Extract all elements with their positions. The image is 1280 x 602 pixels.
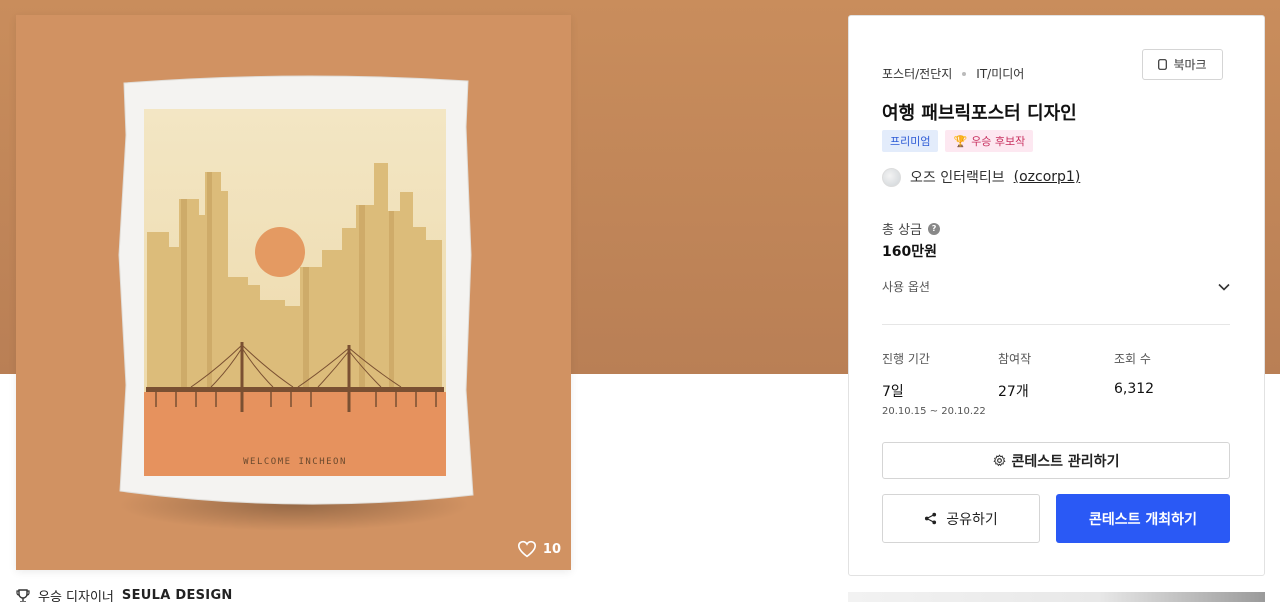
stat-views: 조회 수 6,312: [1114, 350, 1230, 417]
stat-duration: 진행 기간 7일 20.10.15 ~ 20.10.22: [882, 350, 998, 417]
host-name: 오즈 인터랙티브: [910, 170, 1005, 186]
contest-title: 여행 패브릭포스터 디자인: [882, 103, 1077, 124]
help-icon[interactable]: ?: [928, 222, 941, 235]
award-badge: 🏆 우승 후보작: [945, 130, 1034, 152]
manage-contest-button[interactable]: 콘테스트 관리하기: [882, 442, 1230, 479]
host-handle[interactable]: (ozcorp1): [1014, 169, 1081, 185]
host-info[interactable]: 오즈 인터랙티브 (ozcorp1): [882, 167, 1080, 187]
contest-info-panel: 포스터/전단지 IT/미디어 북마크 여행 패브릭포스터 디자인 프리미엄 🏆 …: [848, 15, 1265, 576]
stat-value: 27개: [998, 384, 1029, 400]
usage-options-toggle[interactable]: 사용 옵션: [882, 278, 1230, 295]
trophy-icon: [16, 588, 30, 602]
gear-icon: [992, 454, 1006, 467]
stat-entries: 참여작 27개: [998, 350, 1114, 417]
share-icon: [925, 512, 937, 525]
premium-badge: 프리미엄: [882, 130, 939, 152]
subcategory-label[interactable]: IT/미디어: [976, 65, 1024, 82]
bookmark-icon: [1158, 59, 1168, 70]
separator-dot: [962, 71, 967, 76]
divider: [882, 324, 1230, 325]
like-count: 10: [542, 541, 561, 557]
badge-list: 프리미엄 🏆 우승 후보작: [882, 130, 1034, 152]
category-breadcrumb: 포스터/전단지 IT/미디어: [882, 65, 1024, 82]
category-label[interactable]: 포스터/전단지: [882, 65, 952, 82]
prize-label-text: 총 상금: [882, 223, 923, 238]
bookmark-button[interactable]: 북마크: [1142, 49, 1223, 80]
total-prize-label: 총 상금 ?: [882, 219, 941, 238]
share-button[interactable]: 공유하기: [882, 494, 1040, 543]
stat-label: 진행 기간: [882, 352, 930, 366]
designer-name[interactable]: SEULA DESIGN: [122, 588, 233, 602]
like-button[interactable]: 10: [517, 540, 561, 558]
share-label: 공유하기: [946, 511, 998, 528]
host-contest-button[interactable]: 콘테스트 개최하기: [1056, 494, 1230, 543]
contest-stats: 진행 기간 7일 20.10.15 ~ 20.10.22 참여작 27개 조회 …: [882, 350, 1230, 417]
designer-prefix: 우승 디자이너: [38, 590, 114, 602]
winner-designer: 우승 디자이너 SEULA DESIGN: [16, 586, 233, 602]
stat-label: 조회 수: [1114, 352, 1151, 366]
total-prize-value: 160만원: [882, 244, 937, 260]
award-badge-label: 우승 후보작: [971, 135, 1026, 148]
contest-artwork[interactable]: WELCOME INCHEON 10: [16, 15, 571, 570]
trophy-icon: 🏆: [953, 134, 968, 148]
poster-caption: WELCOME INCHEON: [243, 457, 347, 467]
stat-label: 참여작: [998, 352, 1032, 366]
stat-value: 6,312: [1114, 381, 1155, 397]
heart-icon: [517, 540, 536, 558]
chevron-down-icon: [1218, 283, 1230, 291]
fabric-poster-image: WELCOME INCHEON: [118, 75, 474, 531]
next-card-preview: [848, 592, 1265, 602]
manage-contest-label: 콘테스트 관리하기: [1011, 453, 1120, 470]
stat-value: 7일: [882, 384, 904, 400]
stat-date-range: 20.10.15 ~ 20.10.22: [882, 406, 986, 417]
bookmark-label: 북마크: [1173, 58, 1207, 72]
host-avatar: [882, 167, 901, 187]
usage-options-label: 사용 옵션: [882, 280, 930, 294]
